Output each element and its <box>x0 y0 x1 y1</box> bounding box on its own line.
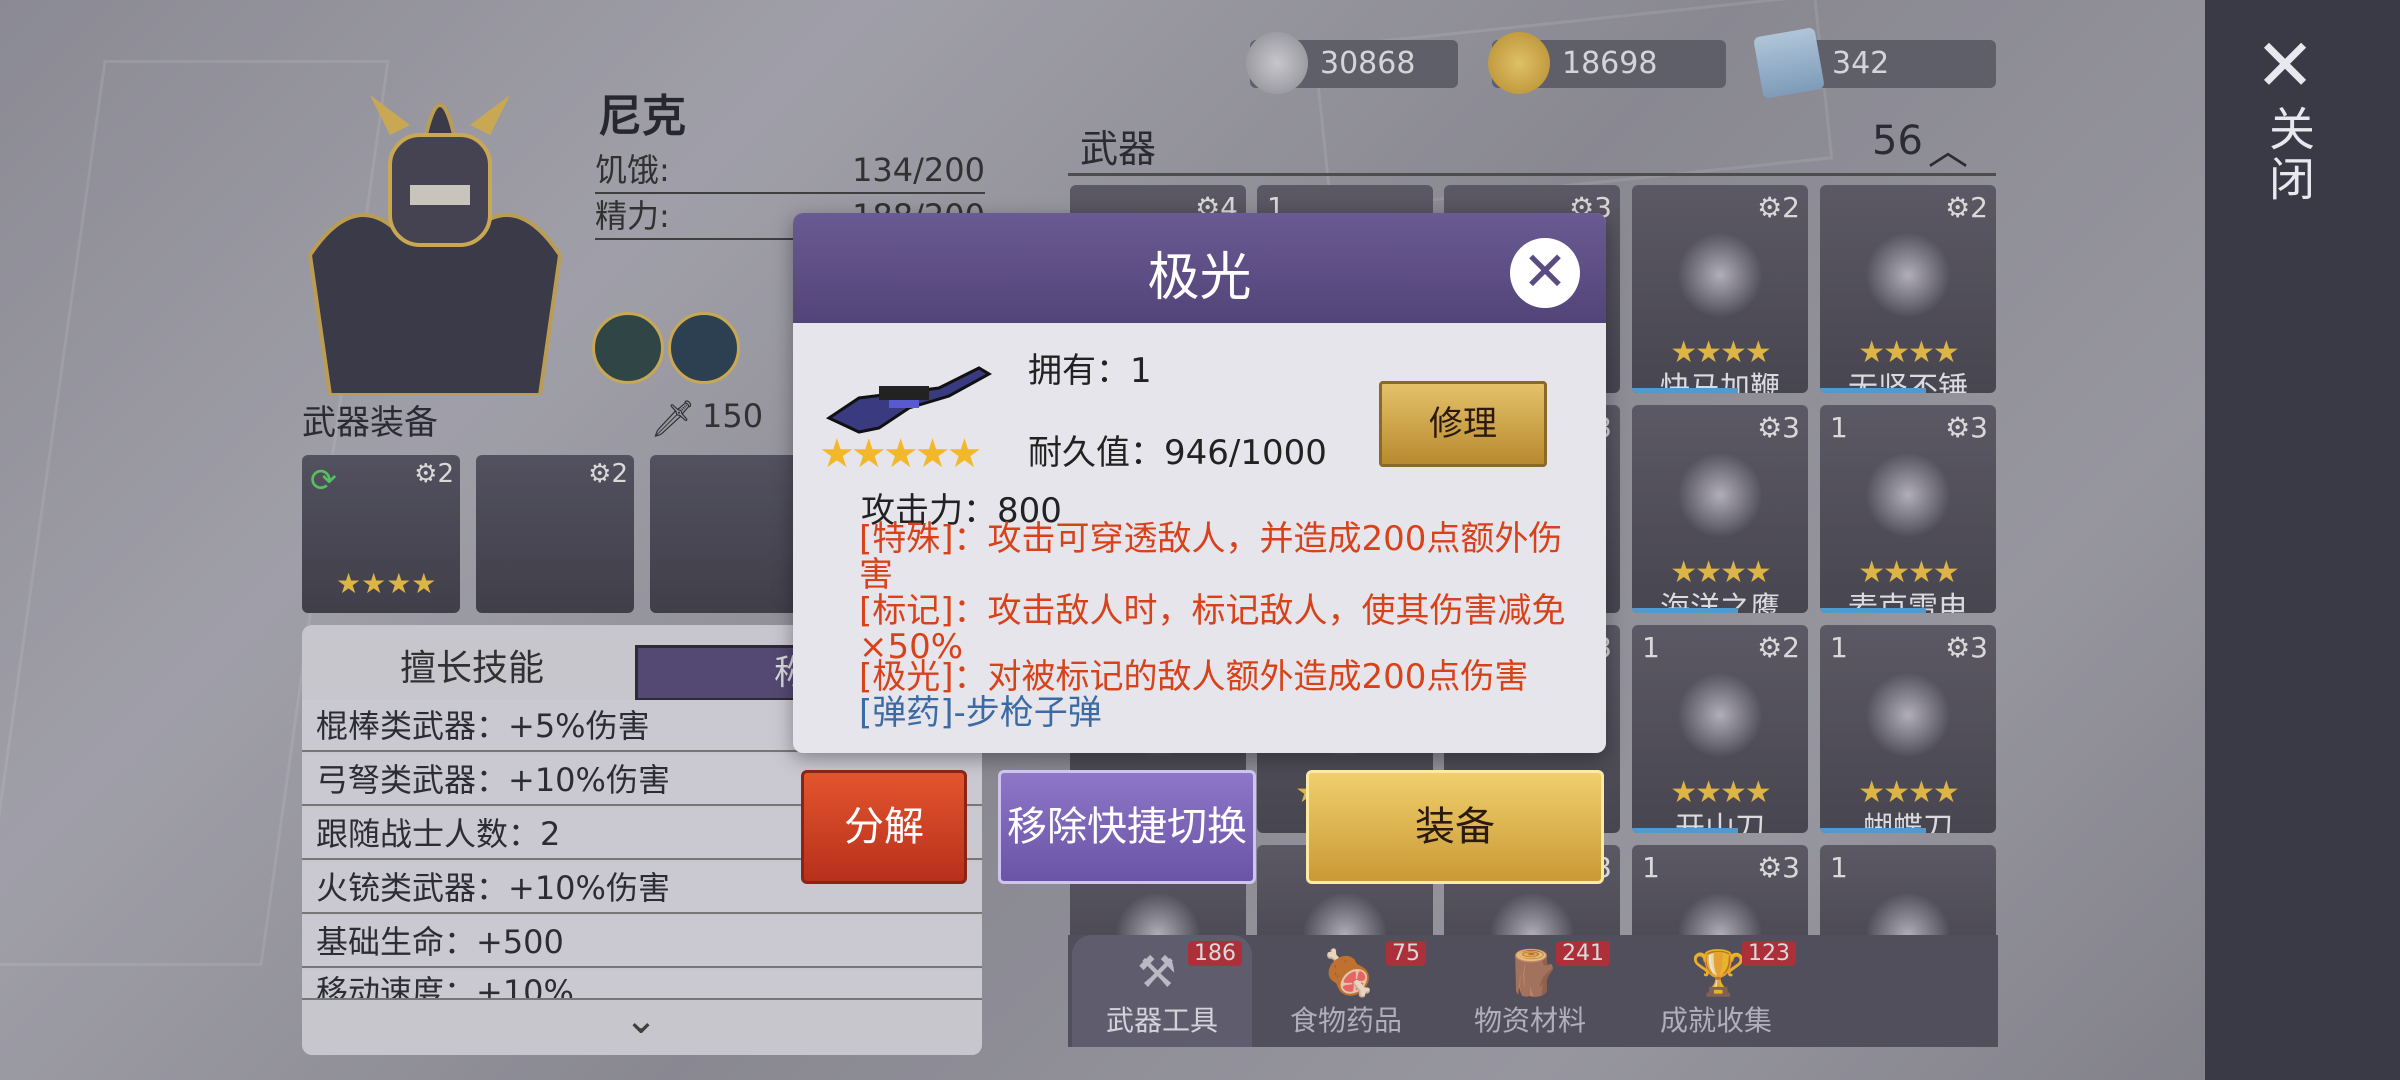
equip-button[interactable]: 装备 <box>1306 770 1604 884</box>
remove-quick-switch-button[interactable]: 移除快捷切换 <box>998 770 1256 884</box>
effect-line: [标记]：攻击敌人时，标记敌人，使其伤害减免×50% <box>859 591 1566 667</box>
rating-stars: ★★★★★ <box>819 431 982 477</box>
effect-line: [特殊]：攻击可穿透敌人，并造成200点额外伤害 <box>859 519 1563 595</box>
durability: 耐久值：946/1000 <box>1028 433 1327 473</box>
ammo-line: [弹药]-步枪子弹 <box>859 693 1102 733</box>
item-detail-dialog: 极光 ✕ ★★★★★ 拥有：1 耐久值：946/1000 修理 攻击力：800 … <box>793 213 1606 753</box>
close-label[interactable]: 关闭 <box>2255 105 2316 205</box>
decompose-button[interactable]: 分解 <box>801 770 967 884</box>
close-icon[interactable]: ✕ <box>2250 29 2320 101</box>
close-icon[interactable]: ✕ <box>1510 238 1580 308</box>
repair-button[interactable]: 修理 <box>1379 381 1547 467</box>
dialog-title: 极光 <box>1147 248 1252 308</box>
sniper-rifle-icon <box>825 366 993 434</box>
owned-count: 拥有：1 <box>1028 351 1152 391</box>
effect-line: [极光]：对被标记的敌人额外造成200点伤害 <box>859 657 1529 697</box>
